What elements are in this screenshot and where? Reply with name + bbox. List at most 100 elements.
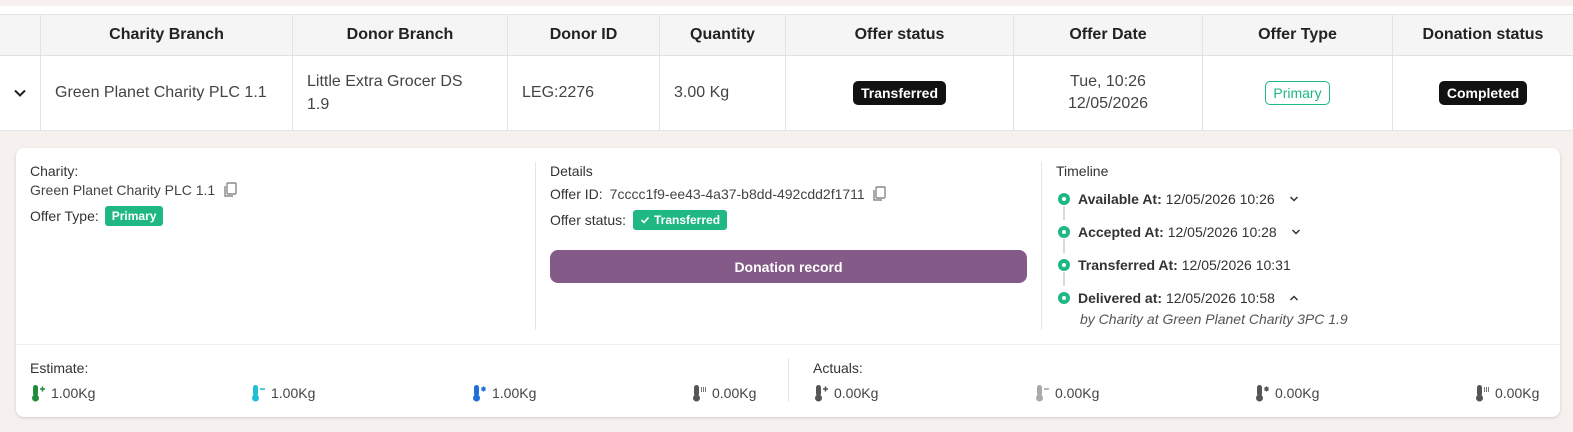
timeline-label: Accepted At: [1078, 224, 1164, 240]
thermometer-other-icon [1476, 385, 1489, 402]
timeline-dot-icon [1058, 259, 1070, 271]
offer-detail-panel: Charity: Green Planet Charity PLC 1.1 Of… [16, 148, 1560, 417]
estimate-other: 0.00Kg [691, 384, 756, 402]
thermometer-frozen-icon [473, 385, 486, 402]
cell-offer-date: Tue, 10:26 12/05/2026 [1014, 56, 1203, 130]
offer-id-value: 7cccc1f9-ee43-4a37-b8dd-492cdd2f1711 [609, 186, 865, 202]
actual-ambient: 0.00Kg [813, 384, 878, 402]
timeline-label: Available At: [1078, 191, 1162, 207]
thermometer-ambient-icon [815, 385, 828, 402]
header-donor-id[interactable]: Donor ID [508, 15, 660, 55]
actual-frozen: 0.00Kg [1254, 384, 1319, 402]
top-strip [0, 0, 1573, 14]
delivered-by-note: by Charity at Green Planet Charity 3PC 1… [1080, 311, 1348, 327]
estimate-value: 0.00Kg [712, 385, 757, 401]
offer-status-tag-label: Transferred [654, 213, 721, 227]
header-offer-date[interactable]: Offer Date [1014, 15, 1203, 55]
timeline-item-accepted[interactable]: Accepted At: 12/05/2026 10:28 [1058, 224, 1301, 240]
thermometer-frozen-icon [1256, 385, 1269, 402]
timeline-item-delivered[interactable]: Delivered at: 12/05/2026 10:58 [1058, 290, 1299, 306]
cell-donor-id: LEG:2276 [508, 56, 660, 130]
chevron-down-icon[interactable] [1291, 227, 1301, 237]
timeline-dot-icon [1058, 292, 1070, 304]
timeline-value: 12/05/2026 10:31 [1181, 257, 1291, 273]
cell-offer-status: Transferred [786, 56, 1014, 130]
cell-donor-branch: Little Extra Grocer DS 1.9 [293, 56, 508, 130]
donation-status-badge: Completed [1438, 81, 1528, 105]
estimate-frozen: 1.00Kg [471, 384, 536, 402]
offer-id-label: Offer ID: [550, 186, 603, 202]
copy-icon[interactable] [223, 182, 237, 198]
timeline-connector [1063, 272, 1065, 286]
charity-name: Green Planet Charity PLC 1.1 [30, 182, 216, 198]
estimate-ambient: 1.00Kg [30, 384, 95, 402]
header-offer-status[interactable]: Offer status [786, 15, 1014, 55]
header-expand [0, 15, 41, 55]
donor-branch-line2: 1.9 [307, 96, 330, 113]
actual-value: 0.00Kg [834, 385, 879, 401]
header-donation-status[interactable]: Donation status [1393, 15, 1573, 55]
offer-status-label: Offer status: [550, 212, 626, 228]
charity-name-row: Green Planet Charity PLC 1.1 [30, 182, 237, 198]
estimate-value: 1.00Kg [51, 385, 96, 401]
estimate-value: 1.00Kg [271, 385, 316, 401]
actual-value: 0.00Kg [1495, 385, 1540, 401]
copy-icon[interactable] [872, 186, 886, 202]
timeline-dot-icon [1058, 226, 1070, 238]
timeline-label: Transferred At: [1078, 257, 1178, 273]
details-title: Details [550, 163, 593, 179]
timeline-value: 12/05/2026 10:58 [1165, 290, 1275, 306]
cell-quantity: 3.00 Kg [660, 56, 786, 130]
timeline-connector [1063, 239, 1065, 253]
estimate-label: Estimate: [30, 360, 89, 376]
thermometer-chilled-icon [252, 385, 265, 402]
timeline-item-available[interactable]: Available At: 12/05/2026 10:26 [1058, 191, 1299, 207]
estimate-value: 1.00Kg [492, 385, 537, 401]
table-header: Charity Branch Donor Branch Donor ID Qua… [0, 14, 1573, 56]
chevron-down-icon[interactable] [13, 86, 27, 100]
thermometer-chilled-icon [1036, 385, 1049, 402]
donation-record-button[interactable]: Donation record [550, 250, 1027, 283]
offers-table: Charity Branch Donor Branch Donor ID Qua… [0, 14, 1573, 131]
cell-offer-type: Primary [1203, 56, 1393, 130]
donor-branch-line1: Little Extra Grocer DS [307, 73, 463, 90]
chevron-down-icon[interactable] [1289, 194, 1299, 204]
offer-type-tag: Primary [104, 206, 164, 226]
timeline-value: 12/05/2026 10:26 [1165, 191, 1275, 207]
header-quantity[interactable]: Quantity [660, 15, 786, 55]
actual-chilled: 0.00Kg [1034, 384, 1099, 402]
cell-charity-branch: Green Planet Charity PLC 1.1 [41, 56, 293, 130]
divider-1 [535, 162, 536, 330]
actuals-label: Actuals: [813, 360, 863, 376]
expand-toggle[interactable] [0, 56, 41, 130]
timeline-title: Timeline [1056, 163, 1109, 179]
chevron-up-icon[interactable] [1289, 293, 1299, 303]
header-donor-branch[interactable]: Donor Branch [293, 15, 508, 55]
divider-3 [788, 358, 789, 402]
actual-value: 0.00Kg [1275, 385, 1320, 401]
timeline-label: Delivered at: [1078, 290, 1163, 306]
charity-label: Charity: [30, 163, 79, 179]
timeline-dot-icon [1058, 193, 1070, 205]
offer-status-row: Offer status: Transferred [550, 210, 886, 230]
cell-donation-status: Completed [1393, 56, 1573, 130]
charity-section: Charity: Green Planet Charity PLC 1.1 Of… [30, 163, 237, 226]
table-row[interactable]: Green Planet Charity PLC 1.1 Little Extr… [0, 56, 1573, 131]
offer-date-line2: 12/05/2026 [1067, 95, 1149, 112]
timeline-item-transferred: Transferred At: 12/05/2026 10:31 [1058, 257, 1291, 273]
offer-type-badge: Primary [1265, 81, 1330, 105]
thermometer-other-icon [693, 385, 706, 402]
check-icon [640, 216, 650, 224]
divider-2 [1041, 162, 1042, 330]
offer-id-row: Offer ID: 7cccc1f9-ee43-4a37-b8dd-492cdd… [550, 186, 886, 202]
actual-value: 0.00Kg [1055, 385, 1100, 401]
details-section: Details Offer ID: 7cccc1f9-ee43-4a37-b8d… [550, 163, 886, 230]
timeline-value: 12/05/2026 10:28 [1167, 224, 1277, 240]
thermometer-ambient-icon [32, 385, 45, 402]
header-offer-type[interactable]: Offer Type [1203, 15, 1393, 55]
estimate-chilled: 1.00Kg [250, 384, 315, 402]
actual-other: 0.00Kg [1474, 384, 1539, 402]
offer-status-badge: Transferred [852, 81, 947, 105]
header-charity-branch[interactable]: Charity Branch [41, 15, 293, 55]
charity-offer-type-row: Offer Type: Primary [30, 206, 237, 226]
